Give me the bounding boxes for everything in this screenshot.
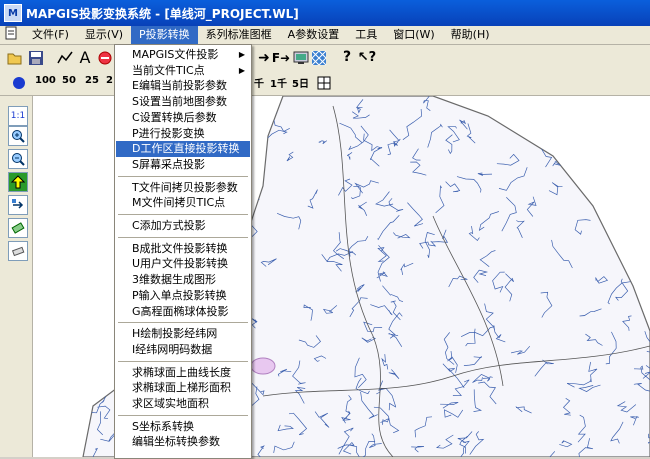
dropdown-item[interactable]: C设置转换后参数 — [116, 110, 250, 126]
point-projection-icon[interactable]: ➜ — [255, 49, 273, 67]
dropdown-item-label: H绘制投影经纬网 — [132, 327, 218, 341]
window-titlebar: M MAPGIS投影变换系统 - [单线河_PROJECT.WL] — [0, 0, 650, 26]
dropdown-item[interactable]: P输入单点投影转换 — [116, 288, 250, 304]
dropdown-item-label: U用户文件投影转换 — [132, 257, 229, 271]
dropdown-item[interactable]: MAPGIS文件投影 ▶ — [116, 47, 250, 63]
dropdown-item-label: I经纬网明码数据 — [132, 342, 213, 356]
dropdown-item[interactable]: D工作区直接投影转换 — [116, 141, 250, 158]
dropdown-item-label: P输入单点投影转换 — [132, 288, 227, 302]
text-icon[interactable]: A — [76, 48, 94, 67]
dropdown-item[interactable]: C添加方式投影 — [116, 218, 250, 234]
zoom-out-icon[interactable] — [8, 149, 28, 169]
dropdown-item[interactable]: S设置当前地图参数 — [116, 94, 250, 110]
display-icon[interactable] — [292, 49, 310, 67]
dropdown-item[interactable]: 求区域实地面积 — [116, 396, 250, 412]
menu-separator — [118, 414, 248, 416]
dropdown-item-label: P进行投影变换 — [132, 126, 205, 140]
eraser-icon[interactable] — [8, 241, 28, 261]
dropdown-item-label: S坐标系转换 — [132, 419, 194, 433]
dropdown-item-label: 当前文件TIC点 — [132, 63, 205, 77]
submenu-arrow-icon: ▶ — [238, 50, 245, 59]
menu-separator — [118, 175, 248, 177]
forward-projection-icon[interactable]: F➜ — [272, 49, 290, 67]
dropdown-item[interactable]: P进行投影变换 — [116, 126, 250, 142]
dropdown-item-label: 求椭球面上曲线长度 — [132, 365, 231, 379]
menu-tools[interactable]: 工具 — [347, 26, 385, 44]
menu-projection[interactable]: P投影转换 — [131, 26, 198, 44]
move-icon[interactable] — [8, 195, 28, 215]
window-title: MAPGIS投影变换系统 - [单线河_PROJECT.WL] — [26, 6, 299, 21]
menu-separator — [118, 236, 248, 238]
scale-1k[interactable]: 1千 — [270, 75, 287, 90]
scale-25[interactable]: 25 — [85, 75, 99, 86]
dropdown-item-label: 求椭球面上梯形面积 — [132, 381, 231, 395]
zoom-1to1-icon[interactable]: 1:1 — [8, 106, 28, 126]
dropdown-item[interactable]: B成批文件投影转换 — [116, 241, 250, 257]
dropdown-item[interactable]: 3维数据生成图形 — [116, 272, 250, 288]
scale-toolbar: 100 50 25 2 千 1千 5日 — [0, 71, 650, 96]
dropdown-item-label: S屏幕采点投影 — [132, 157, 205, 171]
menu-separator — [118, 360, 248, 362]
dropdown-item[interactable]: S坐标系转换 — [116, 419, 250, 435]
context-help-icon[interactable]: ↖? — [358, 48, 376, 66]
mdi-doc-icon[interactable] — [0, 26, 24, 44]
save-icon[interactable] — [27, 49, 45, 67]
dropdown-item-label: M文件间拷贝TIC点 — [132, 196, 226, 210]
menu-view[interactable]: 显示(V) — [77, 26, 131, 44]
menu-std-frame[interactable]: 系列标准图框 — [198, 26, 280, 44]
dropdown-item-label: B成批文件投影转换 — [132, 241, 228, 255]
main-toolbar: A ➜ F➜ ? ↖? — [0, 45, 650, 72]
menu-params[interactable]: A参数设置 — [280, 26, 348, 44]
dropdown-item[interactable]: G高程面椭球体投影 — [116, 304, 250, 320]
dropdown-item[interactable]: U用户文件投影转换 — [116, 256, 250, 272]
dropdown-item-label: T文件间拷贝投影参数 — [132, 180, 238, 194]
scale-100[interactable]: 100 — [35, 75, 56, 86]
submenu-arrow-icon: ▶ — [238, 65, 245, 75]
scale-5day[interactable]: 5日 — [292, 75, 309, 90]
measure-icon[interactable] — [8, 218, 28, 238]
dropdown-item-label: D工作区直接投影转换 — [132, 142, 240, 156]
dropdown-item-label: G高程面椭球体投影 — [132, 304, 229, 318]
dropdown-item[interactable]: 编辑坐标转换参数 — [116, 434, 250, 450]
left-toolbar: 1:1 — [0, 96, 33, 457]
open-icon[interactable] — [6, 49, 24, 67]
grid-pattern-icon[interactable] — [310, 49, 328, 67]
menu-help[interactable]: 帮助(H) — [443, 26, 498, 44]
dropdown-item-label: 编辑坐标转换参数 — [132, 435, 220, 449]
dropdown-item-label: C设置转换后参数 — [132, 110, 217, 124]
dropdown-item-label: C添加方式投影 — [132, 219, 206, 232]
dropdown-item[interactable]: S屏幕采点投影 — [116, 157, 250, 173]
projection-dropdown-menu: MAPGIS文件投影 ▶ 当前文件TIC点 ▶ E编辑当前投影参数 S设置当前地图参数 C设… — [114, 44, 252, 459]
dropdown-item[interactable]: H绘制投影经纬网 — [116, 326, 250, 342]
dropdown-item-label: 3维数据生成图形 — [132, 273, 216, 287]
dropdown-item[interactable]: 求椭球面上梯形面积 — [116, 380, 250, 396]
menu-separator — [118, 322, 248, 324]
menu-window[interactable]: 窗口(W) — [385, 26, 442, 44]
up-arrow-icon[interactable] — [8, 172, 28, 192]
menu-file[interactable]: 文件(F) — [24, 26, 77, 44]
dropdown-item[interactable]: M文件间拷贝TIC点 — [116, 195, 250, 211]
delete-icon[interactable] — [96, 49, 114, 67]
dropdown-item-label: MAPGIS文件投影 — [132, 48, 219, 61]
app-icon: M — [4, 4, 22, 22]
scale-2[interactable]: 2 — [106, 75, 113, 86]
scale-50[interactable]: 50 — [62, 75, 76, 86]
help-icon[interactable]: ? — [338, 48, 356, 66]
polyline-icon[interactable] — [56, 49, 74, 67]
urban-area — [250, 357, 276, 375]
dropdown-item[interactable]: 当前文件TIC点 ▶ — [116, 63, 250, 79]
dropdown-item[interactable]: E编辑当前投影参数 — [116, 78, 250, 94]
blue-dot-icon[interactable] — [10, 74, 28, 92]
dropdown-item-label: 求区域实地面积 — [132, 397, 209, 410]
zoom-in-icon[interactable] — [8, 126, 28, 146]
dropdown-item-label: S设置当前地图参数 — [132, 95, 227, 109]
dropdown-item[interactable]: I经纬网明码数据 — [116, 342, 250, 358]
dropdown-item[interactable]: T文件间拷贝投影参数 — [116, 180, 250, 196]
table-grid-icon[interactable] — [315, 74, 333, 92]
menubar: 文件(F) 显示(V) P投影转换 系列标准图框 A参数设置 工具 窗口(W) … — [0, 26, 650, 45]
menu-separator — [118, 214, 248, 215]
dropdown-item[interactable]: 求椭球面上曲线长度 — [116, 365, 250, 381]
dropdown-item-label: E编辑当前投影参数 — [132, 79, 227, 93]
scale-thousand[interactable]: 千 — [254, 75, 264, 90]
